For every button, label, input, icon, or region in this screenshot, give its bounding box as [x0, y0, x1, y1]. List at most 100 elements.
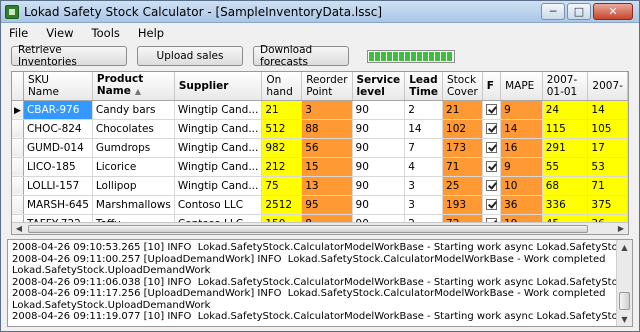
- download-forecasts-button[interactable]: Download forecasts: [253, 44, 349, 68]
- checkbox-checked[interactable]: [485, 123, 497, 134]
- cell-d1[interactable]: 68: [542, 176, 589, 196]
- table-row[interactable]: LICO-185 Licorice Wingtip Cand... 212 15 90 4 7…: [12, 157, 628, 177]
- cell-product[interactable]: Chocolates: [92, 119, 175, 139]
- row-header[interactable]: [12, 176, 24, 196]
- column-header-service[interactable]: Service level: [352, 72, 406, 101]
- title-bar[interactable]: Lokad Safety Stock Calculator - [SampleI…: [1, 1, 639, 23]
- cell-mape[interactable]: 14: [500, 119, 543, 139]
- cell-lead[interactable]: 7: [404, 138, 444, 158]
- cell-service[interactable]: 90: [352, 157, 406, 177]
- cell-reorder[interactable]: 3: [301, 100, 353, 120]
- log-panel[interactable]: 2008-04-26 09:10:53.265 [10] INFO Lokad.…: [7, 239, 633, 327]
- column-header-sku[interactable]: SKU Name: [23, 72, 93, 101]
- cell-sku[interactable]: CBAR-976: [23, 100, 93, 120]
- checkbox-checked[interactable]: [485, 199, 497, 210]
- cell-reorder[interactable]: 15: [301, 157, 353, 177]
- cell-sku[interactable]: LICO-185: [23, 157, 93, 177]
- cell-f-checkbox[interactable]: [482, 157, 502, 177]
- cell-cover[interactable]: 193: [442, 195, 483, 215]
- cell-onhand[interactable]: 512: [261, 119, 303, 139]
- table-row[interactable]: ▶ CBAR-976 Candy bars Wingtip Cand... 21 3 90 2…: [12, 100, 628, 120]
- row-header[interactable]: [12, 157, 24, 177]
- cell-cover[interactable]: 173: [442, 138, 483, 158]
- column-header-onhand[interactable]: On hand: [261, 72, 303, 101]
- cell-d1[interactable]: 55: [542, 157, 589, 177]
- cell-reorder[interactable]: 56: [301, 138, 353, 158]
- column-header-date-1[interactable]: 2007-01-01: [542, 72, 589, 101]
- column-header-lead[interactable]: Lead Time: [404, 72, 444, 101]
- cell-d1[interactable]: 336: [542, 195, 589, 215]
- upload-sales-button[interactable]: Upload sales: [137, 46, 243, 66]
- column-header-product[interactable]: Product Name ▲: [92, 72, 175, 101]
- table-row[interactable]: CHOC-824 Chocolates Wingtip Cand... 512 88 90…: [12, 119, 628, 139]
- cell-mape[interactable]: 10: [500, 176, 543, 196]
- cell-mape[interactable]: 36: [500, 195, 543, 215]
- scroll-up-icon[interactable]: ▲: [617, 240, 632, 254]
- column-header-supplier[interactable]: Supplier: [174, 72, 263, 101]
- cell-lead[interactable]: 3: [404, 176, 444, 196]
- cell-f-checkbox[interactable]: [482, 195, 502, 215]
- cell-f-checkbox[interactable]: [482, 119, 502, 139]
- table-row[interactable]: MARSH-645 Marshmallows Contoso LLC 2512 95 90…: [12, 195, 628, 215]
- cell-onhand[interactable]: 21: [261, 100, 303, 120]
- cell-lead[interactable]: 4: [404, 157, 444, 177]
- cell-mape[interactable]: 16: [500, 138, 543, 158]
- cell-service[interactable]: 90: [352, 119, 406, 139]
- column-header-cover[interactable]: Stock Cover: [442, 72, 483, 101]
- cell-cover[interactable]: 25: [442, 176, 483, 196]
- row-header[interactable]: [12, 119, 24, 139]
- minimize-button[interactable]: ─: [541, 3, 565, 20]
- cell-supplier[interactable]: Contoso LLC: [174, 195, 263, 215]
- cell-sku[interactable]: LOLLI-157: [23, 176, 93, 196]
- cell-supplier[interactable]: Wingtip Cand...: [174, 138, 263, 158]
- cell-sku[interactable]: MARSH-645: [23, 195, 93, 215]
- menu-view[interactable]: View: [46, 26, 73, 40]
- cell-service[interactable]: 90: [352, 176, 406, 196]
- cell-d1[interactable]: 115: [542, 119, 589, 139]
- menu-file[interactable]: File: [9, 26, 28, 40]
- cell-product[interactable]: Marshmallows: [92, 195, 175, 215]
- cell-service[interactable]: 90: [352, 195, 406, 215]
- cell-f-checkbox[interactable]: [482, 100, 502, 120]
- scroll-thumb-vertical[interactable]: [619, 292, 630, 310]
- cell-reorder[interactable]: 13: [301, 176, 353, 196]
- table-row[interactable]: LOLLI-157 Lollipop Wingtip Cand... 75 13 90 3 2…: [12, 176, 628, 196]
- cell-service[interactable]: 90: [352, 138, 406, 158]
- menu-help[interactable]: Help: [138, 26, 164, 40]
- cell-d1[interactable]: 24: [542, 100, 589, 120]
- cell-reorder[interactable]: 88: [301, 119, 353, 139]
- cell-onhand[interactable]: 75: [261, 176, 303, 196]
- column-header-date-2[interactable]: 2007-: [587, 72, 628, 101]
- cell-f-checkbox[interactable]: [482, 138, 502, 158]
- cell-reorder[interactable]: 95: [301, 195, 353, 215]
- scroll-down-icon[interactable]: ▼: [617, 312, 632, 326]
- cell-lead[interactable]: 2: [404, 100, 444, 120]
- scroll-thumb[interactable]: [28, 224, 588, 233]
- cell-product[interactable]: Lollipop: [92, 176, 175, 196]
- cell-d1[interactable]: 291: [542, 138, 589, 158]
- cell-lead[interactable]: 3: [404, 195, 444, 215]
- checkbox-checked[interactable]: [485, 104, 497, 115]
- cell-product[interactable]: Licorice: [92, 157, 175, 177]
- cell-d2[interactable]: 17: [587, 138, 628, 158]
- column-header-f[interactable]: F: [482, 72, 502, 101]
- cell-product[interactable]: Gumdrops: [92, 138, 175, 158]
- cell-supplier[interactable]: Wingtip Cand...: [174, 176, 263, 196]
- cell-product[interactable]: Candy bars: [92, 100, 175, 120]
- checkbox-checked[interactable]: [485, 180, 497, 191]
- cell-d2[interactable]: 71: [587, 176, 628, 196]
- cell-supplier[interactable]: Wingtip Cand...: [174, 100, 263, 120]
- cell-cover[interactable]: 71: [442, 157, 483, 177]
- cell-d2[interactable]: 105: [587, 119, 628, 139]
- cell-sku[interactable]: GUMD-014: [23, 138, 93, 158]
- scroll-left-icon[interactable]: ◀: [12, 223, 26, 234]
- maximize-button[interactable]: □: [567, 3, 591, 20]
- retrieve-inventories-button[interactable]: Retrieve Inventories: [11, 44, 127, 68]
- cell-cover[interactable]: 21: [442, 100, 483, 120]
- cell-supplier[interactable]: Wingtip Cand...: [174, 119, 263, 139]
- cell-d2[interactable]: 375: [587, 195, 628, 215]
- cell-f-checkbox[interactable]: [482, 176, 502, 196]
- inventory-grid[interactable]: SKU Name Product Name ▲ Supplier On hand …: [11, 71, 629, 235]
- cell-onhand[interactable]: 2512: [261, 195, 303, 215]
- cell-sku[interactable]: CHOC-824: [23, 119, 93, 139]
